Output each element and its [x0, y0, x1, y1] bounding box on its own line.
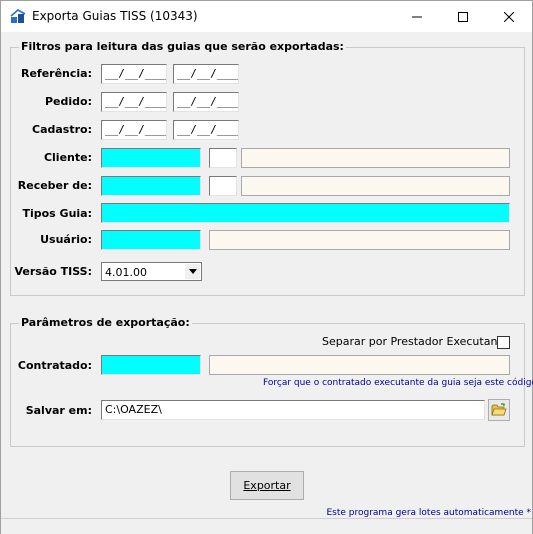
versao-tiss-select[interactable]: 4.01.00	[101, 262, 202, 281]
receber-de-digit-input[interactable]	[209, 176, 237, 196]
cliente-digit-input[interactable]	[209, 148, 237, 168]
referencia-to-input[interactable]: __/__/____	[173, 64, 239, 84]
app-icon	[10, 9, 26, 23]
minimize-button[interactable]	[394, 1, 440, 32]
cadastro-label: Cadastro:	[32, 123, 92, 136]
receber-de-label: Receber de:	[17, 179, 92, 192]
window-title: Exporta Guias TISS (10343)	[32, 9, 198, 23]
export-params-group-title: Parâmetros de exportação:	[19, 316, 192, 329]
force-contratado-hint: Forçar que o contratado executante da gu…	[263, 378, 533, 388]
pedido-from-input[interactable]: __/__/____	[101, 92, 167, 112]
receber-de-code-input[interactable]	[101, 176, 201, 196]
salvar-em-label: Salvar em:	[25, 404, 92, 417]
close-button[interactable]	[486, 1, 532, 32]
cliente-code-input[interactable]	[101, 148, 201, 168]
cadastro-to-input[interactable]: __/__/____	[173, 120, 239, 140]
cadastro-from-input[interactable]: __/__/____	[101, 120, 167, 140]
pedido-label: Pedido:	[45, 95, 92, 108]
usuario-name-field	[209, 230, 510, 250]
filters-group-title: Filtros para leitura das guias que serão…	[19, 40, 346, 53]
contratado-code-input[interactable]	[101, 355, 201, 375]
separar-prestador-label: Separar por Prestador Executante	[322, 335, 509, 348]
cliente-name-field	[241, 148, 510, 168]
contratado-name-field	[209, 355, 510, 375]
export-button-label: Exportar	[243, 479, 291, 492]
separar-prestador-checkbox[interactable]	[497, 336, 510, 349]
tipos-guia-label: Tipos Guia:	[22, 207, 92, 220]
contratado-label: Contratado:	[17, 359, 92, 372]
status-bar	[1, 518, 532, 534]
referencia-label: Referência:	[20, 67, 92, 80]
export-button[interactable]: Exportar	[230, 471, 304, 500]
browse-folder-button[interactable]	[488, 399, 510, 421]
referencia-from-input[interactable]: __/__/____	[101, 64, 167, 84]
usuario-label: Usuário:	[40, 233, 92, 246]
usuario-code-input[interactable]	[101, 230, 201, 250]
maximize-icon	[458, 11, 468, 22]
receber-de-name-field	[241, 176, 510, 196]
pedido-to-input[interactable]: __/__/____	[173, 92, 239, 112]
salvar-em-input[interactable]: C:\OAZEZ\	[101, 400, 485, 420]
versao-tiss-label: Versão TISS:	[14, 265, 93, 278]
footer-note: Este programa gera lotes automaticamente…	[326, 508, 531, 518]
tipos-guia-input[interactable]	[101, 203, 510, 223]
close-icon	[504, 11, 514, 22]
open-folder-icon	[491, 403, 507, 416]
chevron-down-icon	[188, 269, 197, 274]
versao-tiss-selected-value: 4.01.00	[105, 266, 147, 279]
title-bar: Exporta Guias TISS (10343)	[1, 1, 532, 32]
export-window: Exporta Guias TISS (10343) Filtros para …	[0, 0, 533, 534]
minimize-icon	[412, 16, 422, 17]
versao-tiss-dropdown-button[interactable]	[185, 264, 200, 279]
cliente-label: Cliente:	[43, 151, 92, 164]
filters-group: Filtros para leitura das guias que serão…	[10, 40, 525, 296]
maximize-button[interactable]	[440, 1, 486, 32]
